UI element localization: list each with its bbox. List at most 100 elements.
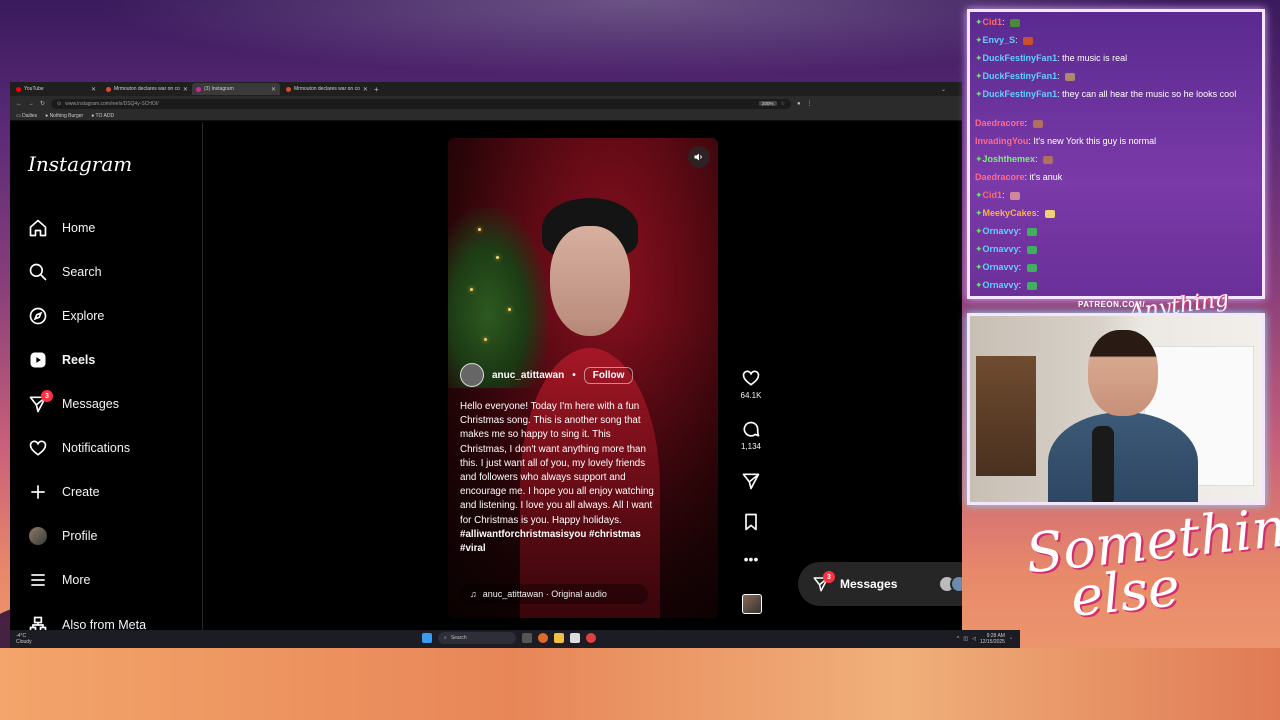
chat-username[interactable]: Daedracore [975, 172, 1025, 182]
comment-button[interactable]: 1,134 [736, 419, 766, 451]
nav-messages[interactable]: 3 Messages [28, 389, 119, 419]
nav-label: Reels [62, 353, 96, 367]
nav-label: Notifications [62, 441, 131, 455]
save-button[interactable] [736, 512, 766, 532]
chat-emote-icon [1044, 209, 1055, 218]
chat-username[interactable]: Envy_S [983, 35, 1016, 45]
sound-toggle-button[interactable] [688, 146, 710, 168]
author-avatar[interactable] [460, 363, 484, 387]
browser-tab[interactable]: Mrmouton declares war on co ✕ [282, 83, 370, 95]
audio-thumbnail[interactable] [742, 594, 762, 614]
close-tab-icon[interactable]: ✕ [271, 86, 276, 93]
nav-more[interactable]: More [28, 565, 90, 595]
volume-icon[interactable]: ◁ [972, 636, 976, 642]
chat-emote-icon [1032, 119, 1043, 128]
browser-tab[interactable]: YouTube ✕ [12, 83, 100, 95]
taskbar-search-label: Search [450, 635, 467, 641]
reels-icon [28, 350, 48, 370]
chat-username[interactable]: Daedracore [975, 118, 1025, 128]
site-info-icon[interactable]: ⊙ [57, 101, 61, 107]
chat-username[interactable]: DuckFestinyFan1 [983, 89, 1058, 99]
chat-message: ✦MeekyCakes: [975, 208, 1255, 219]
file-explorer-icon[interactable] [554, 633, 564, 643]
like-button[interactable]: 64.1K [736, 368, 766, 400]
messages-pill[interactable]: 3 Messages [798, 562, 962, 606]
nav-reels[interactable]: Reels [28, 345, 95, 375]
task-view-icon[interactable] [522, 633, 532, 643]
menu-dots-icon[interactable]: ⋮ [807, 100, 813, 107]
tab-list-chevron-icon[interactable]: ⌄ [941, 86, 946, 93]
chat-username[interactable]: DuckFestinyFan1 [983, 71, 1058, 81]
close-tab-icon[interactable]: ✕ [91, 86, 96, 93]
taskbar-search[interactable]: ⌕ Search [438, 632, 516, 644]
zoom-indicator[interactable]: 200% [759, 101, 777, 106]
bookmark-star-icon[interactable]: ☆ [781, 101, 785, 107]
share-button[interactable] [736, 471, 766, 491]
tab-label: Mrmouton declares war on co [294, 86, 360, 92]
subscriber-badge-icon: ✦ [975, 35, 983, 45]
firefox-icon[interactable] [538, 633, 548, 643]
caption-hashtags[interactable]: #alliwantforchristmasisyou #christmas #v… [460, 529, 641, 554]
separator-dot: • [572, 369, 576, 381]
more-options-button[interactable]: ••• [736, 552, 766, 566]
weather-widget[interactable]: -4°C Cloudy [16, 633, 32, 645]
chat-emote-icon [1010, 18, 1021, 27]
chrome-icon[interactable] [586, 633, 596, 643]
tray-chevron-icon[interactable]: ^ [957, 636, 959, 642]
follow-button[interactable]: Follow [583, 366, 634, 384]
reload-icon[interactable]: ↻ [40, 100, 45, 107]
nav-create[interactable]: Create [28, 477, 100, 507]
chat-username[interactable]: Ornavvy [983, 226, 1019, 236]
close-tab-icon[interactable]: ✕ [363, 86, 368, 93]
chat-message: ✦Ornavvy: [975, 244, 1255, 255]
instagram-logo[interactable]: Instagram [28, 152, 132, 176]
bookmark-item[interactable]: ● Nothing Burger [45, 113, 83, 119]
new-tab-icon[interactable]: + [374, 85, 379, 94]
windows-taskbar: -4°C Cloudy ⌕ Search ^ ◫ ◁ 9:28 AM 12/15… [10, 630, 1020, 648]
forward-icon[interactable]: → [28, 101, 34, 107]
tab-label: Mrmouton declares war on co [114, 86, 180, 92]
home-icon [28, 218, 48, 238]
instagram-sidebar: Instagram Home Search Explore Reels 3 Me… [10, 122, 203, 648]
address-bar-row: ← → ↻ ⊙ www.instagram.com/reels/DSQ4y-SC… [10, 96, 962, 111]
chat-emote-icon [1010, 191, 1021, 200]
webcam-feed [967, 313, 1265, 505]
notification-bell-icon[interactable]: ◔ [1009, 636, 1012, 642]
taskbar-apps: ⌕ Search [422, 632, 596, 644]
bookmark-item[interactable]: ▭ Dailies [16, 113, 37, 119]
notification-badge: 3 [41, 390, 53, 402]
nav-search[interactable]: Search [28, 257, 102, 287]
chat-username[interactable]: Joshthemex [983, 154, 1036, 164]
chat-username[interactable]: Ornavvy [983, 280, 1019, 290]
chat-username[interactable]: Cid1 [983, 17, 1003, 27]
nav-profile[interactable]: Profile [28, 521, 97, 551]
chat-username[interactable]: Ornavvy [983, 262, 1019, 272]
chat-username[interactable]: Ornavvy [983, 244, 1019, 254]
speaker-icon [694, 153, 702, 161]
chat-username[interactable]: InvadingYou [975, 136, 1028, 146]
reel-video[interactable]: anuc_atittawan • Follow Hello everyone! … [448, 138, 718, 618]
close-tab-icon[interactable]: ✕ [183, 86, 188, 93]
back-icon[interactable]: ← [16, 101, 22, 107]
extension-icon[interactable]: ● [797, 101, 801, 107]
chat-emote-icon [1026, 245, 1037, 254]
start-icon[interactable] [422, 633, 432, 643]
network-icon[interactable]: ◫ [963, 636, 968, 642]
clock[interactable]: 9:28 AM 12/15/2025 [980, 633, 1005, 645]
bookmark-item[interactable]: ● TO ADD [91, 113, 114, 119]
chat-username[interactable]: MeekyCakes [983, 208, 1037, 218]
nav-notifications[interactable]: Notifications [28, 433, 130, 463]
more-dots-icon: ••• [743, 551, 759, 567]
chat-username[interactable]: DuckFestinyFan1 [983, 53, 1058, 63]
chat-username[interactable]: Cid1 [983, 190, 1003, 200]
author-username[interactable]: anuc_atittawan [492, 370, 564, 381]
browser-tab-active[interactable]: (3) Instagram ✕ [192, 83, 280, 95]
app-icon[interactable] [570, 633, 580, 643]
reel-audio[interactable]: ♫ anuc_atittawan · Original audio [460, 584, 648, 604]
nav-explore[interactable]: Explore [28, 301, 104, 331]
subscriber-badge-icon: ✦ [975, 262, 983, 272]
url-field[interactable]: ⊙ www.instagram.com/reels/DSQ4y-SCHOI/ 2… [51, 98, 792, 109]
browser-tab[interactable]: Mrmouton declares war on co ✕ [102, 83, 190, 95]
url-text: www.instagram.com/reels/DSQ4y-SCHOI/ [65, 100, 159, 107]
nav-home[interactable]: Home [28, 213, 95, 243]
